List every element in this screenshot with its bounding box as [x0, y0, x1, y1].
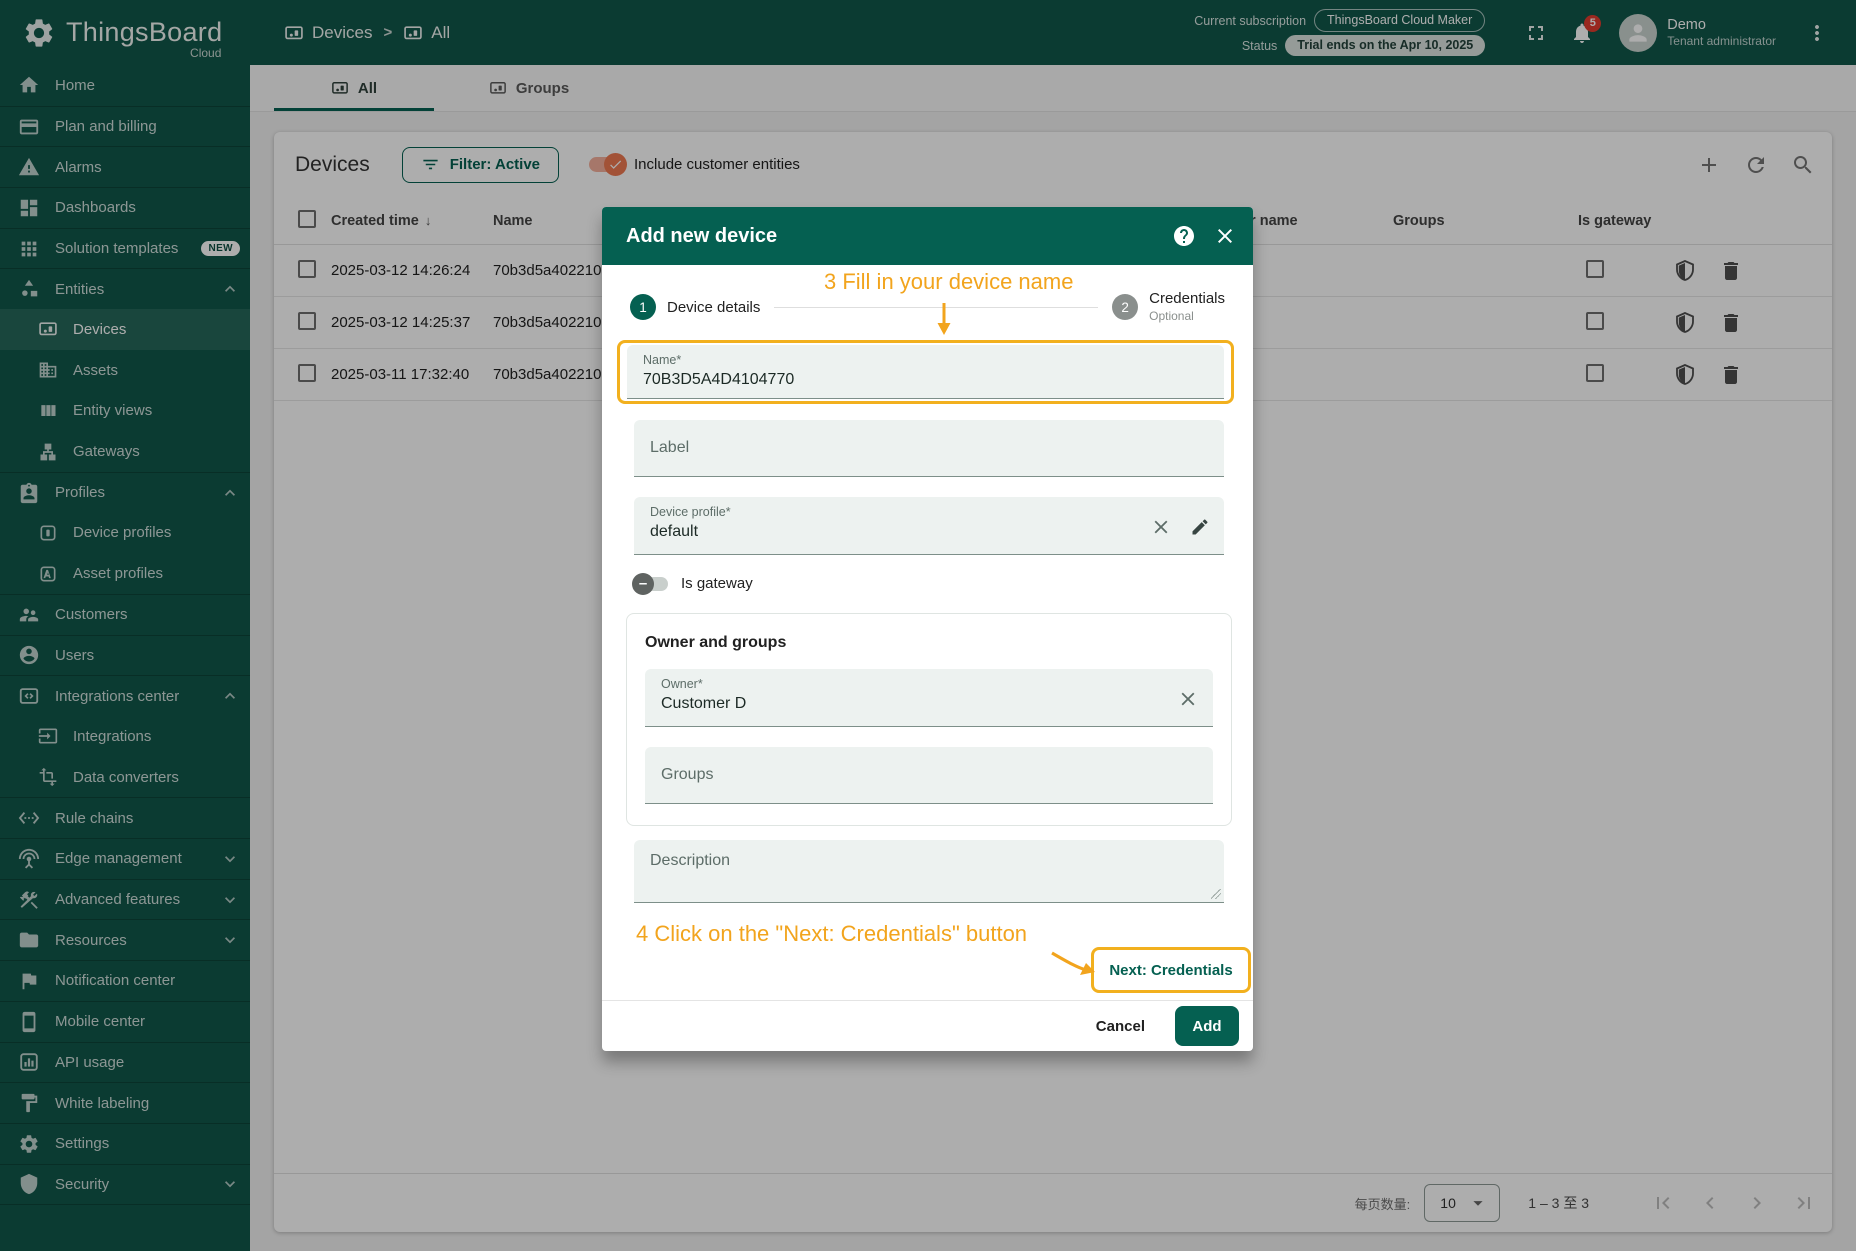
device-profile-label: Device profile* — [650, 505, 1150, 519]
dialog-footer: Cancel Add — [602, 1001, 1253, 1051]
help-icon[interactable] — [1172, 224, 1196, 248]
close-icon[interactable] — [1213, 224, 1237, 248]
name-field[interactable]: Name* 70B3D5A4D4104770 — [627, 345, 1224, 399]
toggle-off-knob: – — [632, 573, 654, 595]
clear-profile-icon[interactable] — [1150, 516, 1172, 538]
groups-field-placeholder: Groups — [661, 766, 713, 784]
owner-field[interactable]: Owner* Customer D — [645, 669, 1213, 727]
step-credentials[interactable]: 2 Credentials Optional — [1112, 290, 1225, 324]
edit-profile-icon[interactable] — [1190, 517, 1210, 537]
annotation-click-next: 4 Click on the "Next: Credentials" butto… — [636, 921, 1027, 947]
step2-label: Credentials — [1149, 290, 1225, 309]
step1-circle: 1 — [630, 294, 656, 320]
add-button[interactable]: Add — [1175, 1006, 1239, 1046]
is-gateway-row: – Is gateway — [634, 575, 753, 592]
clear-owner-icon[interactable] — [1177, 688, 1199, 710]
owner-and-groups-card: Owner and groups Owner* Customer D Group… — [626, 613, 1232, 826]
name-field-value: 70B3D5A4D4104770 — [643, 371, 1208, 389]
is-gateway-label: Is gateway — [681, 575, 753, 592]
next-credentials-button[interactable]: Next: Credentials — [1109, 962, 1232, 979]
owner-groups-title: Owner and groups — [645, 634, 1213, 652]
groups-field[interactable]: Groups — [645, 747, 1213, 804]
name-field-highlight: Name* 70B3D5A4D4104770 — [617, 340, 1234, 404]
step-device-details[interactable]: 1 Device details — [630, 294, 760, 320]
device-profile-value: default — [650, 523, 1150, 541]
step1-label: Device details — [667, 299, 760, 316]
cancel-button[interactable]: Cancel — [1096, 1018, 1145, 1035]
description-field[interactable]: Description — [634, 840, 1224, 903]
owner-field-value: Customer D — [661, 695, 1177, 713]
add-device-dialog: Add new device 1 Device details 2 Creden… — [602, 207, 1253, 1051]
label-field[interactable]: Label — [634, 420, 1224, 477]
next-credentials-highlight: Next: Credentials — [1091, 947, 1251, 993]
label-field-placeholder: Label — [650, 439, 689, 457]
annotation-fill-device-name: 3 Fill in your device name — [824, 269, 1073, 295]
step2-circle: 2 — [1112, 294, 1138, 320]
textarea-resize-handle[interactable] — [1211, 889, 1221, 899]
description-placeholder: Description — [650, 852, 730, 869]
is-gateway-toggle[interactable]: – — [634, 577, 668, 591]
annotation-curved-arrow — [1050, 947, 1096, 981]
step2-optional-label: Optional — [1149, 309, 1225, 324]
device-profile-field[interactable]: Device profile* default — [634, 497, 1224, 555]
annotation-down-arrow — [936, 303, 952, 335]
owner-field-label: Owner* — [661, 677, 1177, 691]
dialog-header: Add new device — [602, 207, 1253, 265]
dialog-title: Add new device — [626, 225, 777, 248]
name-field-label: Name* — [643, 353, 1208, 367]
